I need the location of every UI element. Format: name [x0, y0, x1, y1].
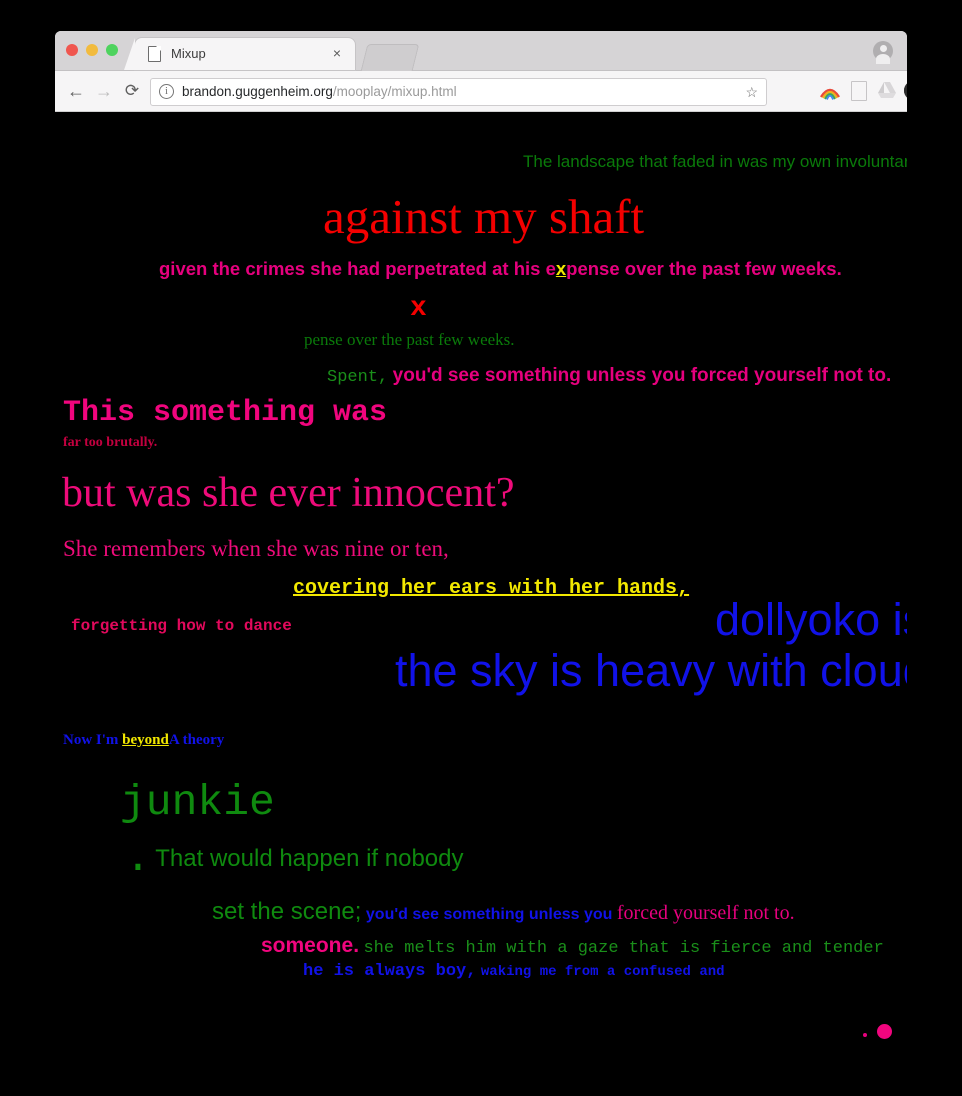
url-host: brandon.guggenheim.org: [182, 84, 333, 99]
close-window-button[interactable]: [66, 44, 78, 56]
url-text: brandon.guggenheim.org/mooplay/mixup.htm…: [182, 84, 457, 99]
bookmark-star-icon[interactable]: ☆: [745, 84, 758, 100]
browser-toolbar: ← → ⟳ i brandon.guggenheim.org/mooplay/m…: [55, 71, 907, 112]
text-line-14: the sky is heavy with clouds of remorse …: [395, 645, 907, 696]
text-line-4: x: [410, 293, 427, 324]
site-info-icon[interactable]: i: [159, 84, 174, 99]
text-line-6: Spent, you'd see something unless you fo…: [327, 365, 891, 387]
profile-avatar-icon[interactable]: [873, 41, 893, 64]
decorative-dot-small: [863, 1033, 867, 1037]
text-line-3-highlight: x: [555, 258, 567, 279]
minimize-window-button[interactable]: [86, 44, 98, 56]
url-path: /mooplay/mixup.html: [332, 84, 457, 99]
text-line-3-a: given the crimes she had perpetrated at …: [159, 258, 556, 279]
text-line-12: forgetting how to dance: [71, 617, 292, 635]
text-line-6-a: Spent,: [327, 368, 389, 387]
tab-title: Mixup: [171, 46, 206, 61]
reload-icon[interactable]: ⟳: [121, 81, 143, 101]
decorative-dot-large: [877, 1024, 892, 1039]
text-line-20-b: waking me from a confused and: [480, 964, 725, 980]
text-line-17-b: That would happen if nobody: [155, 845, 464, 872]
page-canvas: The landscape that faded in was my own i…: [55, 112, 907, 1076]
text-line-8: far too brutally.: [63, 435, 158, 450]
browser-tab-mixup[interactable]: Mixup ×: [124, 38, 355, 70]
back-icon[interactable]: ←: [65, 81, 87, 101]
text-line-17-a: .: [125, 834, 151, 883]
text-line-16: junkie: [120, 778, 275, 827]
text-line-20: he is always boy, waking me from a confu…: [303, 962, 725, 981]
text-line-15-period: A theory: [168, 732, 225, 748]
text-line-2: against my shaft: [323, 189, 645, 244]
text-line-13: dollyoko is now known as riverboy: [715, 594, 907, 645]
text-line-18-c: forced yourself not to.: [616, 902, 795, 924]
drive-extension-icon[interactable]: [877, 81, 897, 99]
window-controls: [66, 44, 118, 56]
address-bar[interactable]: i brandon.guggenheim.org/mooplay/mixup.h…: [150, 78, 767, 106]
rainbow-extension-icon[interactable]: [819, 81, 841, 101]
text-line-6-b: you'd see something unless you forced yo…: [392, 365, 892, 386]
text-line-9: but was she ever innocent?: [62, 470, 515, 516]
text-line-18-b: you'd see something unless you: [365, 906, 613, 923]
color-extension-icon[interactable]: [904, 81, 907, 100]
text-line-18-a: set the scene;: [212, 898, 362, 925]
text-line-3: given the crimes she had perpetrated at …: [159, 258, 842, 280]
text-line-15: Now I'm beyondA theory: [63, 732, 224, 749]
text-line-19-a: someone.: [261, 934, 360, 957]
close-tab-icon[interactable]: ×: [333, 46, 341, 60]
text-line-20-a: he is always boy,: [303, 962, 477, 981]
text-line-17: . That would happen if nobody: [125, 834, 464, 883]
text-line-10: She remembers when she was nine or ten,: [63, 536, 449, 561]
page-extension-icon[interactable]: [851, 81, 867, 101]
page-icon: [148, 46, 161, 62]
text-line-15-a: Now I'm: [63, 732, 119, 748]
zoom-window-button[interactable]: [106, 44, 118, 56]
text-line-19-b: she melts him with a gaze that is fierce…: [363, 939, 884, 958]
text-line-11: covering her ears with her hands,: [293, 577, 690, 600]
browser-titlebar: Mixup ×: [55, 31, 907, 71]
text-line-5: pense over the past few weeks.: [304, 330, 515, 349]
text-line-7: This something was: [63, 396, 388, 430]
forward-icon[interactable]: →: [93, 81, 115, 101]
browser-window: Mixup × ← → ⟳ i brandon.guggenheim.org/m…: [55, 31, 907, 1076]
text-line-1: The landscape that faded in was my own i…: [523, 152, 907, 171]
text-line-19: someone. she melts him with a gaze that …: [261, 934, 884, 958]
text-line-3-b: pense over the past few weeks.: [566, 258, 842, 279]
text-line-18: set the scene; you'd see something unles…: [212, 898, 795, 926]
text-line-15-link[interactable]: beyond: [122, 732, 169, 748]
new-tab-button[interactable]: [360, 44, 420, 71]
